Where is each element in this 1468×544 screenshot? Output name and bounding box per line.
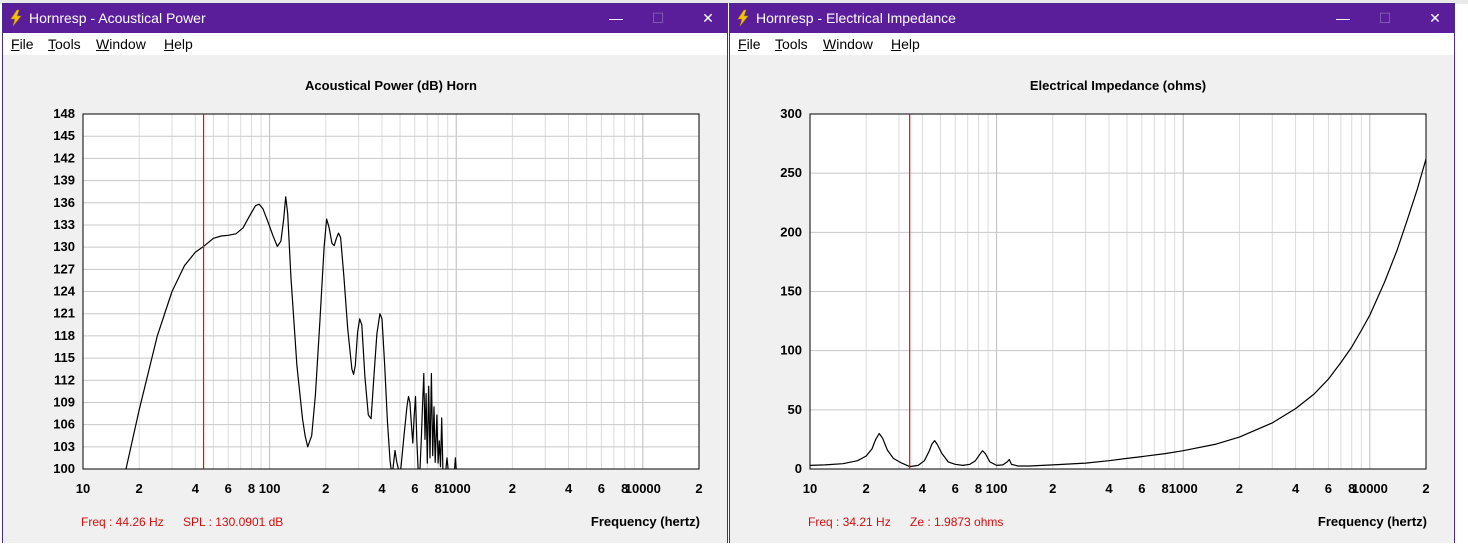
y-tick-label: 130 xyxy=(53,239,75,254)
y-tick-label: 121 xyxy=(53,306,75,321)
menu-file[interactable]: File xyxy=(11,36,34,52)
x-tick-label: 2 xyxy=(322,481,329,496)
x-tick-label: 6 xyxy=(1138,481,1145,496)
menu-bar: File Tools Window Help xyxy=(730,33,1454,55)
electrical-impedance-window: Hornresp - Electrical Impedance — ☐ ✕ Fi… xyxy=(729,3,1455,543)
x-tick-label: 2 xyxy=(136,481,143,496)
y-tick-label: 150 xyxy=(780,284,802,299)
x-tick-label: 4 xyxy=(919,481,927,496)
status-value: SPL : 130.0901 dB xyxy=(183,515,283,529)
y-tick-label: 100 xyxy=(780,343,802,358)
x-tick-label: 1000 xyxy=(1169,481,1198,496)
x-tick-label: 10 xyxy=(803,481,817,496)
y-tick-label: 50 xyxy=(788,402,802,417)
y-tick-label: 148 xyxy=(53,106,75,121)
x-tick-label: 4 xyxy=(1105,481,1113,496)
x-tick-label: 4 xyxy=(378,481,386,496)
x-tick-label: 2 xyxy=(695,481,702,496)
x-tick-label: 2 xyxy=(1049,481,1056,496)
x-tick-label: 2 xyxy=(863,481,870,496)
y-tick-label: 103 xyxy=(53,439,75,454)
maximize-button[interactable]: ☐ xyxy=(1368,4,1402,33)
x-tick-label: 10 xyxy=(76,481,90,496)
x-tick-label: 8 xyxy=(1162,481,1169,496)
title-bar[interactable]: Hornresp - Acoustical Power — ☐ ✕ xyxy=(3,4,727,33)
menu-help[interactable]: Help xyxy=(891,36,920,52)
lightning-icon xyxy=(10,9,22,27)
y-tick-label: 200 xyxy=(780,224,802,239)
x-tick-label: 6 xyxy=(1325,481,1332,496)
menu-file[interactable]: File xyxy=(738,36,761,52)
close-button[interactable]: ✕ xyxy=(1418,4,1452,33)
y-tick-label: 112 xyxy=(54,372,75,387)
y-tick-label: 300 xyxy=(780,106,802,121)
menu-window[interactable]: Window xyxy=(96,36,146,52)
chart-area: 300 250 200 150 100 50 0 10 2 4 6 8 100 2 4 6 8 1000 2 4 6 8 1… xyxy=(730,55,1454,543)
y-tick-label: 142 xyxy=(53,150,75,165)
y-tick-label: 109 xyxy=(53,394,75,409)
x-tick-label: 6 xyxy=(411,481,418,496)
y-tick-label: 106 xyxy=(53,417,75,432)
lightning-icon xyxy=(737,9,749,27)
x-tick-label: 8 xyxy=(435,481,442,496)
chart-title: Electrical Impedance (ohms) xyxy=(1030,78,1206,93)
status-frequency: Freq : 34.21 Hz xyxy=(808,515,891,529)
y-tick-label: 139 xyxy=(53,173,75,188)
electrical-impedance-chart[interactable]: 30025020015010050010 2 4 6 8 100 2 4 6 8 1000 2 4 6 81… xyxy=(730,55,1454,543)
minimize-button[interactable]: — xyxy=(599,4,633,33)
y-tick-label: 133 xyxy=(53,217,75,232)
menu-tools[interactable]: Tools xyxy=(48,36,81,52)
x-tick-label: 2 xyxy=(1422,481,1429,496)
x-tick-label: 6 xyxy=(225,481,232,496)
y-tick-label: 0 xyxy=(795,461,802,476)
desktop: Hornresp - Acoustical Power — ☐ ✕ File T… xyxy=(0,0,1468,544)
x-tick-label: 8 xyxy=(975,481,982,496)
x-tick-label: 10000 xyxy=(625,481,661,496)
x-tick-label: 4 xyxy=(1292,481,1300,496)
y-tick-label: 250 xyxy=(780,165,802,180)
y-tick-label: 115 xyxy=(54,350,75,365)
x-tick-label: 2 xyxy=(509,481,516,496)
x-tick-label: 8 xyxy=(248,481,255,496)
status-frequency: Freq : 44.26 Hz xyxy=(81,515,164,529)
title-bar[interactable]: Hornresp - Electrical Impedance — ☐ ✕ xyxy=(730,4,1454,33)
x-tick-label: 4 xyxy=(192,481,200,496)
x-tick-label: 100 xyxy=(259,481,281,496)
window-title: Hornresp - Acoustical Power xyxy=(29,10,206,26)
x-tick-label: 6 xyxy=(598,481,605,496)
x-tick-label: 1000 xyxy=(442,481,471,496)
y-tick-label: 100 xyxy=(53,461,75,476)
y-tick-label: 124 xyxy=(53,284,75,299)
menu-tools[interactable]: Tools xyxy=(775,36,808,52)
status-value: Ze : 1.9873 ohms xyxy=(910,515,1003,529)
x-tick-label: 4 xyxy=(565,481,573,496)
menu-bar: File Tools Window Help xyxy=(3,33,727,55)
chart-area: 148 145 142 139 136 133 130 127 124 121 118 115 112 1… xyxy=(3,55,727,543)
close-button[interactable]: ✕ xyxy=(691,4,725,33)
menu-window[interactable]: Window xyxy=(823,36,873,52)
maximize-button[interactable]: ☐ xyxy=(641,4,675,33)
y-tick-label: 118 xyxy=(54,328,75,343)
y-tick-label: 136 xyxy=(53,195,75,210)
acoustical-power-window: Hornresp - Acoustical Power — ☐ ✕ File T… xyxy=(2,3,728,543)
window-title: Hornresp - Electrical Impedance xyxy=(756,10,956,26)
y-tick-label: 127 xyxy=(53,261,75,276)
y-tick-label: 145 xyxy=(53,128,75,143)
minimize-button[interactable]: — xyxy=(1326,4,1360,33)
x-tick-label: 10000 xyxy=(1352,481,1388,496)
menu-help[interactable]: Help xyxy=(164,36,193,52)
x-tick-label: 100 xyxy=(986,481,1008,496)
chart-title: Acoustical Power (dB) Horn xyxy=(305,78,477,93)
x-axis-title: Frequency (hertz) xyxy=(591,514,700,529)
x-tick-label: 2 xyxy=(1236,481,1243,496)
x-tick-label: 6 xyxy=(952,481,959,496)
acoustical-power-chart[interactable]: 148 145 142 139 136 133 130 127 124 121 118 115 112 1… xyxy=(3,55,727,543)
x-axis-title: Frequency (hertz) xyxy=(1318,514,1427,529)
